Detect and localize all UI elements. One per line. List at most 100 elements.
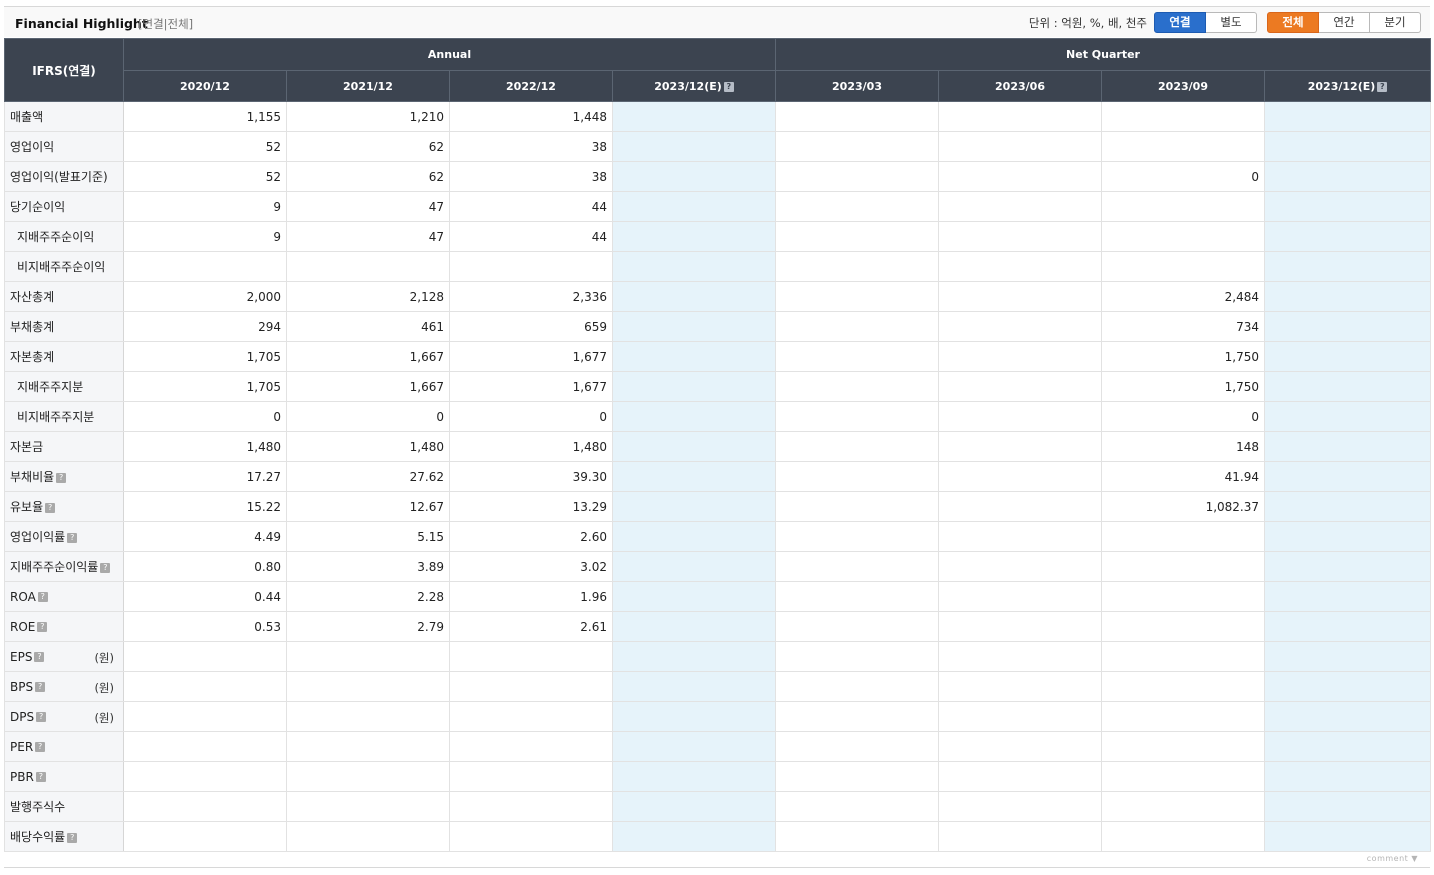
period-quarter-button[interactable]: 분기 [1370,12,1421,33]
row-label-cell: 지배주주지분 [4,371,124,402]
value-cell: 52 [123,131,287,162]
row-label: 배당수익률 [10,830,66,844]
help-icon[interactable]: ? [34,652,45,662]
row-label: 지배주주지분 [17,380,84,394]
value-cell [449,821,613,852]
value-cell [938,401,1103,432]
value-cell [775,821,940,852]
period-annual-button[interactable]: 연간 [1319,12,1370,33]
value-cell [1264,821,1432,852]
value-cell [775,311,940,342]
value-cell: 1,750 [1101,371,1266,402]
value-cell [775,101,940,132]
value-cell [1264,731,1432,762]
row-label-cell: 자본금 [4,431,124,462]
value-cell: 1,082.37 [1101,491,1266,522]
value-cell [1101,641,1266,672]
help-icon[interactable]: ? [100,562,111,573]
value-cell: 1,480 [123,431,287,462]
value-cell [1264,191,1432,222]
help-icon[interactable]: ? [67,532,78,543]
table-row: 자본총계 1,705 1,667 1,677 1,750 [4,341,1432,372]
chevron-down-icon: ▼ [1411,854,1418,863]
row-label-cell: DPS? (원) [4,701,124,732]
value-cell [1101,551,1266,582]
help-icon[interactable]: ? [36,712,47,722]
value-cell [1264,641,1432,672]
value-cell: 1,677 [449,341,613,372]
row-label: EPS [10,649,33,664]
value-cell: 461 [286,311,450,342]
column-header-7: 2023/12(E)? [1264,70,1432,102]
quarter-group-header: Net Quarter [775,38,1432,71]
value-cell: 3.89 [286,551,450,582]
value-cell: 3.02 [449,551,613,582]
help-icon[interactable]: ? [37,622,48,632]
value-cell [938,431,1103,462]
value-cell [286,251,450,282]
help-icon[interactable]: ? [37,592,48,602]
value-cell [611,491,777,522]
value-cell [1101,581,1266,612]
comment-link[interactable]: comment ▼ [1367,854,1418,863]
help-icon[interactable]: ? [723,81,734,92]
row-label: 매출액 [10,110,44,124]
row-label: ROE [10,619,36,634]
value-cell: 38 [449,131,613,162]
value-cell: 1,705 [123,341,287,372]
value-cell [775,281,940,312]
table-row: 발행주식수 [4,791,1432,822]
table-row: 영업이익률? 4.49 5.15 2.60 [4,521,1432,552]
row-label: 지배주주순이익률 [10,560,99,574]
value-cell [1101,191,1266,222]
table-row: 비지배주주순이익 [4,251,1432,282]
help-icon[interactable]: ? [56,472,67,483]
row-label: BPS [10,679,34,694]
help-icon[interactable]: ? [35,742,46,752]
help-icon[interactable]: ? [1377,81,1388,92]
help-icon[interactable]: ? [67,832,78,843]
separate-button[interactable]: 별도 [1206,12,1257,33]
column-header-3: 2023/12(E)? [611,70,777,102]
value-cell: 62 [286,131,450,162]
value-cell: 1,667 [286,341,450,372]
consolidated-button[interactable]: 연결 [1154,12,1206,33]
row-label-cell: 영업이익(발표기준) [4,161,124,192]
value-cell: 47 [286,191,450,222]
value-cell [611,101,777,132]
value-cell [611,251,777,282]
value-cell: 0.44 [123,581,287,612]
period-all-button[interactable]: 전체 [1267,12,1319,33]
table-row: 영업이익 52 62 38 [4,131,1432,162]
value-cell [611,521,777,552]
value-cell [611,641,777,672]
financial-highlight-table: IFRS(연결) Annual Net Quarter 2020/12 2021/… [4,38,1432,852]
table-row: ROA? 0.44 2.28 1.96 [4,581,1432,612]
row-label: 유보율 [10,500,44,514]
value-cell: 52 [123,161,287,192]
value-cell: 5.15 [286,521,450,552]
value-cell: 1,705 [123,371,287,402]
unit-suffix: (원) [94,711,114,725]
help-icon[interactable]: ? [35,772,46,782]
value-cell [286,821,450,852]
value-cell [775,341,940,372]
value-cell [1101,821,1266,852]
value-cell [938,641,1103,672]
row-label: 자산총계 [10,290,55,304]
value-cell: 4.49 [123,521,287,552]
value-cell [1101,521,1266,552]
row-label-cell: PER? [4,731,124,762]
table-row: 유보율? 15.22 12.67 13.29 1,082.37 [4,491,1432,522]
value-cell [123,641,287,672]
value-cell [1264,701,1432,732]
value-cell: 62 [286,161,450,192]
help-icon[interactable]: ? [35,682,46,692]
value-cell [611,281,777,312]
column-header-row: 2020/12 2021/12 2022/12 2023/12(E)? 2023/03 2… [5,70,1432,102]
value-cell [1264,161,1432,192]
value-cell [1101,671,1266,702]
value-cell [938,731,1103,762]
value-cell: 734 [1101,311,1266,342]
help-icon[interactable]: ? [45,502,56,513]
